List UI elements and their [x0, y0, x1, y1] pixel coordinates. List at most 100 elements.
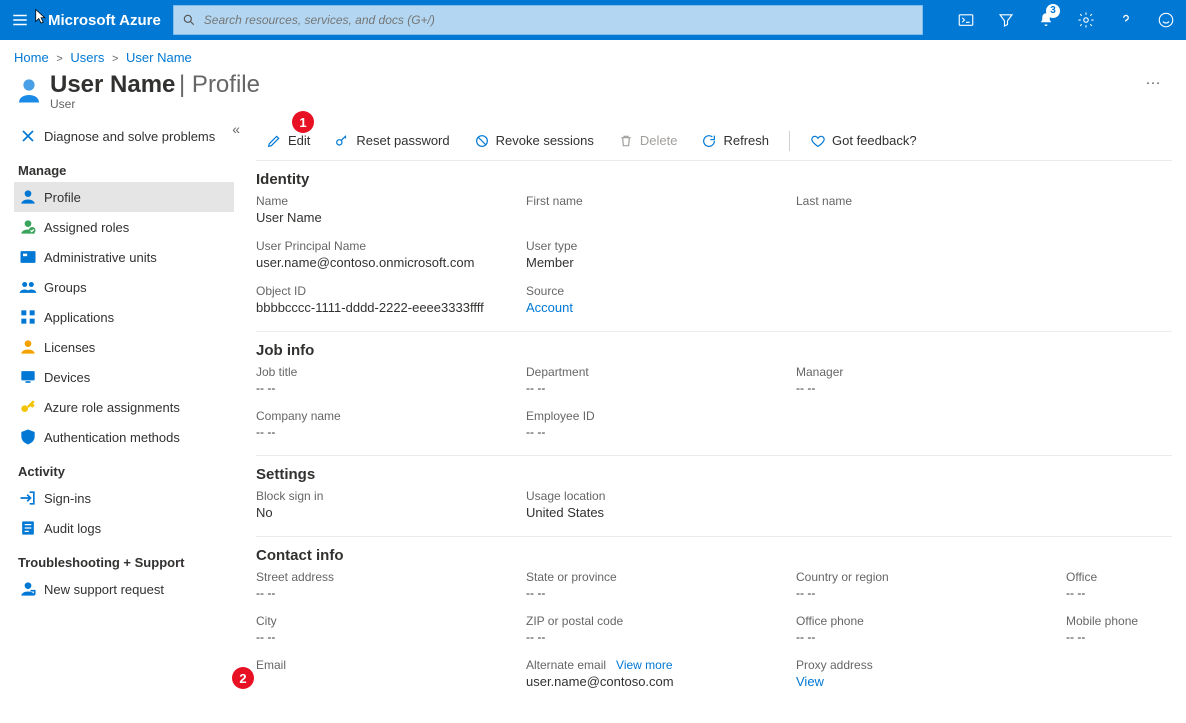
field-label: User type	[526, 239, 796, 253]
sidebar-item-label: Profile	[44, 190, 81, 205]
heart-icon	[810, 133, 826, 149]
more-actions-button[interactable]: …	[1145, 71, 1172, 89]
feedback-button[interactable]	[1146, 0, 1186, 40]
field-label: User Principal Name	[256, 239, 526, 253]
top-bar: Microsoft Azure 3	[0, 0, 1186, 40]
sidebar-item-auth-methods[interactable]: Authentication methods	[14, 422, 234, 452]
sidebar-item-groups[interactable]: Groups	[14, 272, 234, 302]
devices-icon	[18, 367, 38, 387]
section-contact: Contact info	[256, 537, 1172, 570]
field-value: user.name@contoso.onmicrosoft.com	[256, 255, 526, 270]
field-label: Employee ID	[526, 409, 796, 423]
sidebar-item-licenses[interactable]: Licenses	[14, 332, 234, 362]
annotation-callout-2: 2	[232, 667, 254, 689]
toolbar-label: Refresh	[723, 133, 769, 148]
chevron-right-icon: >	[52, 53, 66, 65]
field-value: -- --	[256, 630, 526, 644]
refresh-button[interactable]: Refresh	[691, 125, 779, 157]
sidebar-item-assigned-roles[interactable]: Assigned roles	[14, 212, 234, 242]
field-label: Country or region	[796, 570, 1066, 584]
field-label: Alternate emailView more	[526, 658, 796, 672]
hamburger-menu-button[interactable]	[0, 11, 40, 29]
pencil-icon	[266, 133, 282, 149]
field-label: Last name	[796, 194, 1066, 208]
field-label: Usage location	[526, 489, 796, 503]
section-jobinfo: Job info	[256, 332, 1172, 365]
revoke-sessions-button[interactable]: Revoke sessions	[464, 125, 604, 157]
field-label: Job title	[256, 365, 526, 379]
support-icon	[18, 579, 38, 599]
sidebar-section-manage: Manage	[18, 163, 234, 178]
sidebar-item-support[interactable]: New support request	[14, 574, 234, 604]
sidebar-item-applications[interactable]: Applications	[14, 302, 234, 332]
delete-button[interactable]: Delete	[608, 125, 688, 157]
field-value-link[interactable]: Account	[526, 300, 796, 315]
field-value: United States	[526, 505, 796, 520]
toolbar-label: Reset password	[356, 133, 449, 148]
sidebar-item-admin-units[interactable]: Administrative units	[14, 242, 234, 272]
user-avatar-icon	[14, 75, 44, 105]
sidebar-item-signins[interactable]: Sign-ins	[14, 483, 234, 513]
field-value: -- --	[526, 425, 796, 439]
breadcrumb-current[interactable]: User Name	[126, 50, 192, 65]
breadcrumb-users[interactable]: Users	[70, 50, 104, 65]
view-more-link[interactable]: View more	[616, 658, 672, 672]
refresh-icon	[701, 133, 717, 149]
collapse-sidebar-button[interactable]: «	[232, 121, 240, 137]
field-label: Mobile phone	[1066, 614, 1172, 628]
field-label: Name	[256, 194, 526, 208]
sidebar-item-diagnose[interactable]: Diagnose and solve problems	[14, 121, 234, 151]
sidebar-item-label: Groups	[44, 280, 87, 295]
notifications-button[interactable]: 3	[1026, 0, 1066, 40]
field-value: -- --	[526, 586, 796, 600]
sidebar-item-devices[interactable]: Devices	[14, 362, 234, 392]
field-value: -- --	[1066, 586, 1172, 600]
main-content: Edit Reset password Revoke sessions Dele…	[246, 121, 1186, 720]
section-identity: Identity	[256, 161, 1172, 194]
breadcrumb: Home > Users > User Name	[0, 40, 1186, 69]
field-label: Street address	[256, 570, 526, 584]
sidebar-item-label: Administrative units	[44, 250, 157, 265]
filter-icon	[997, 11, 1015, 29]
sidebar-item-profile[interactable]: Profile	[14, 182, 234, 212]
got-feedback-button[interactable]: Got feedback?	[800, 125, 927, 157]
apps-icon	[18, 307, 38, 327]
directory-filter-button[interactable]	[986, 0, 1026, 40]
sidebar-item-label: Diagnose and solve problems	[44, 129, 215, 144]
sidebar-item-azure-roles[interactable]: Azure role assignments	[14, 392, 234, 422]
field-value: -- --	[526, 381, 796, 395]
shield-icon	[18, 427, 38, 447]
toolbar-label: Edit	[288, 133, 310, 148]
view-link[interactable]: View	[796, 674, 1066, 689]
sidebar-item-label: Audit logs	[44, 521, 101, 536]
field-value: -- --	[796, 630, 1066, 644]
settings-button[interactable]	[1066, 0, 1106, 40]
toolbar-divider	[789, 131, 790, 151]
toolbar-label: Got feedback?	[832, 133, 917, 148]
field-value: -- --	[1066, 630, 1172, 644]
sidebar-item-label: New support request	[44, 582, 164, 597]
sidebar-item-audit[interactable]: Audit logs	[14, 513, 234, 543]
global-search[interactable]	[173, 5, 923, 35]
cloud-shell-icon	[957, 11, 975, 29]
help-button[interactable]	[1106, 0, 1146, 40]
breadcrumb-home[interactable]: Home	[14, 50, 49, 65]
reset-password-button[interactable]: Reset password	[324, 125, 459, 157]
field-label: Email	[256, 658, 526, 672]
field-value: User Name	[256, 210, 526, 225]
field-value: user.name@contoso.com	[526, 674, 796, 689]
admin-units-icon	[18, 247, 38, 267]
field-label: City	[256, 614, 526, 628]
brand-label[interactable]: Microsoft Azure	[40, 12, 173, 29]
key-icon	[334, 133, 350, 149]
page-title: User Name	[50, 71, 175, 98]
field-label: Source	[526, 284, 796, 298]
toolbar-label: Revoke sessions	[496, 133, 594, 148]
groups-icon	[18, 277, 38, 297]
cloud-shell-button[interactable]	[946, 0, 986, 40]
search-input[interactable]	[204, 13, 914, 27]
field-label: Object ID	[256, 284, 526, 298]
audit-icon	[18, 518, 38, 538]
key-icon	[18, 397, 38, 417]
field-label: State or province	[526, 570, 796, 584]
